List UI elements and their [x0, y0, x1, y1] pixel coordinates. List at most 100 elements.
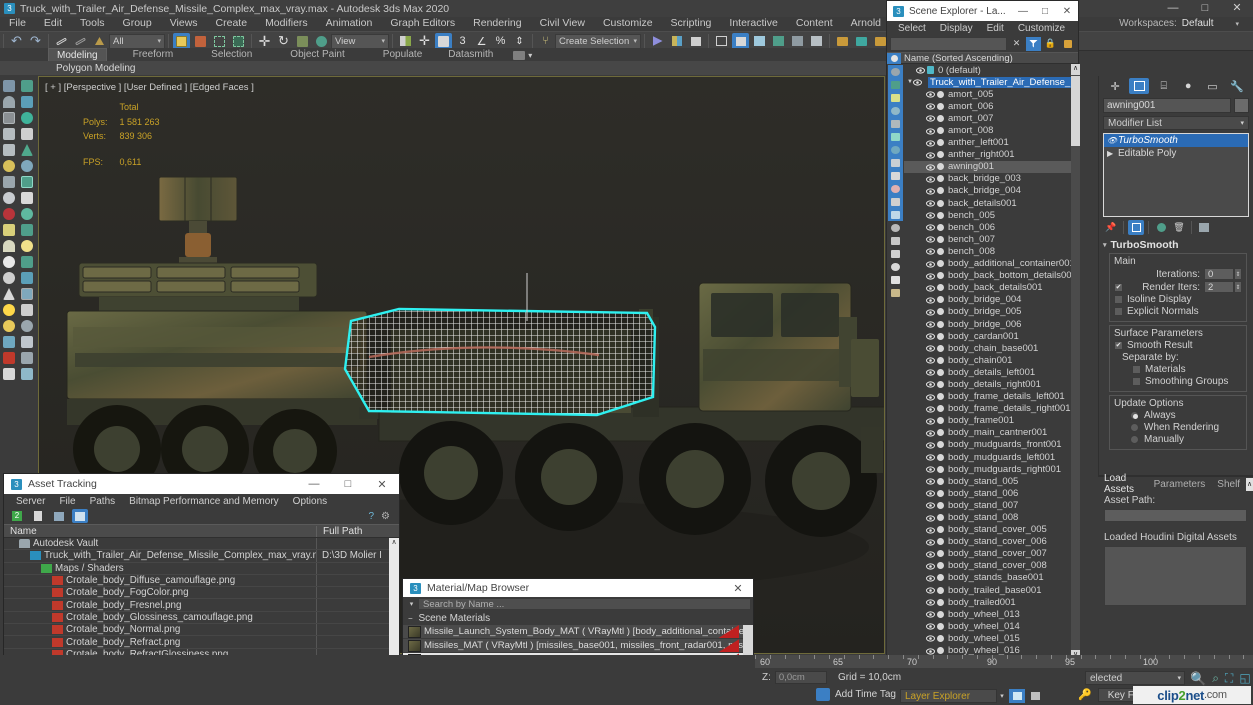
- list-view-icon[interactable]: [30, 509, 46, 523]
- time-ruler[interactable]: 60 65 70 90 95 100: [755, 655, 1253, 668]
- visibility-eye-icon[interactable]: [926, 405, 935, 413]
- scene-explorer-row[interactable]: body_frame_details_left001: [904, 391, 1080, 403]
- select-and-scale-icon[interactable]: [294, 33, 311, 50]
- scene-explorer-row[interactable]: body_stand_008: [904, 511, 1080, 523]
- rollout-header[interactable]: ▾ TurboSmooth: [1103, 239, 1249, 251]
- rectangular-region-icon[interactable]: [211, 33, 228, 50]
- rollout-toggle-icon[interactable]: ▾: [1103, 241, 1107, 249]
- ribbon-tool-icon-3[interactable]: [1, 94, 18, 110]
- select-and-move-icon[interactable]: ✛: [256, 33, 273, 50]
- render-setup-icon[interactable]: [770, 33, 787, 50]
- ribbon-tab-selection[interactable]: Selection: [203, 48, 260, 62]
- bones-filter-icon[interactable]: [888, 169, 903, 182]
- ribbon-tool-icon-28[interactable]: [19, 286, 36, 302]
- scene-explorer-row[interactable]: body_stand_cover_006: [904, 536, 1080, 548]
- key-mode-icon[interactable]: 🔑: [1078, 688, 1092, 701]
- ribbon-tool-icon-34[interactable]: [19, 334, 36, 350]
- menu-item-create[interactable]: Create: [207, 17, 257, 30]
- ribbon-tool-icon-22[interactable]: [19, 238, 36, 254]
- menu-item-edit[interactable]: Edit: [35, 17, 71, 30]
- window-minimize-button[interactable]: —: [1157, 0, 1189, 17]
- update-always-radio[interactable]: [1130, 411, 1139, 420]
- visibility-eye-icon[interactable]: [926, 550, 935, 558]
- zoom-icon[interactable]: 🔍: [1190, 671, 1206, 687]
- material-list-row[interactable]: Missiles_MAT ( VRayMtl ) [missiles_base0…: [403, 639, 753, 654]
- houdini-tab-load-assets[interactable]: Load Assets: [1098, 473, 1148, 495]
- scene-explorer-column-header[interactable]: Name (Sorted Ascending): [887, 52, 1078, 64]
- modifier-list-combo[interactable]: Modifier List ▾: [1103, 116, 1249, 130]
- explicit-normals-checkbox[interactable]: [1114, 307, 1123, 316]
- asset-column-full-path[interactable]: Full Path: [317, 526, 399, 537]
- visibility-eye-icon[interactable]: [926, 453, 935, 461]
- scene-explorer-row[interactable]: body_cardan001: [904, 330, 1080, 342]
- scene-explorer-row[interactable]: body_stand_007: [904, 499, 1080, 511]
- ribbon-tool-icon-2[interactable]: [19, 78, 36, 94]
- add-time-tag-button[interactable]: Add Time Tag: [816, 688, 896, 701]
- update-always-row[interactable]: Always: [1130, 410, 1242, 421]
- visibility-eye-icon[interactable]: [926, 344, 935, 352]
- scene-explorer-row[interactable]: body_mudguards_front001: [904, 439, 1080, 451]
- scene-explorer-row[interactable]: body_details_left001: [904, 366, 1080, 378]
- remove-modifier-icon[interactable]: 🗑: [1171, 220, 1187, 235]
- collapse-icon[interactable]: −: [408, 614, 413, 623]
- visibility-eye-icon[interactable]: [926, 356, 935, 364]
- ribbon-tool-icon-12[interactable]: [19, 158, 36, 174]
- scene-explorer-vertical-scrollbar[interactable]: ∧ ∨: [1071, 64, 1080, 672]
- placement-icon[interactable]: [313, 33, 330, 50]
- visibility-eye-icon[interactable]: [926, 368, 935, 376]
- visibility-eye-icon[interactable]: [926, 235, 935, 243]
- clear-search-icon[interactable]: ✕: [1009, 37, 1024, 51]
- z-input[interactable]: 0,0cm: [774, 671, 827, 684]
- scene-explorer-row[interactable]: back_bridge_004: [904, 185, 1080, 197]
- render-filter-icon[interactable]: [888, 234, 903, 247]
- scene-explorer-window[interactable]: 3 Scene Explorer - La... — □ ✕ Select Di…: [886, 0, 1080, 682]
- refresh-icon[interactable]: 2: [9, 509, 25, 523]
- scene-explorer-row[interactable]: body_stand_005: [904, 475, 1080, 487]
- scene-explorer-row[interactable]: amort_007: [904, 112, 1080, 124]
- separate-smoothing-groups-row[interactable]: Smoothing Groups: [1132, 376, 1242, 387]
- scene-explorer-maximize-button[interactable]: □: [1034, 6, 1056, 17]
- menu-item-views[interactable]: Views: [161, 17, 207, 30]
- pin-stack-icon[interactable]: 📌: [1103, 220, 1119, 235]
- visibility-eye-icon[interactable]: [926, 429, 935, 437]
- scene-explorer-row[interactable]: body_stand_006: [904, 487, 1080, 499]
- ribbon-tool-icon-10[interactable]: [19, 142, 36, 158]
- ribbon-tool-icon-24[interactable]: [19, 254, 36, 270]
- workspaces-value[interactable]: Default: [1182, 18, 1214, 29]
- window-close-button[interactable]: ✕: [1221, 0, 1253, 17]
- menu-item-scripting[interactable]: Scripting: [662, 17, 721, 30]
- scene-explorer-row[interactable]: body_wheel_014: [904, 620, 1080, 632]
- visibility-eye-icon[interactable]: [926, 562, 935, 570]
- scene-explorer-close-button[interactable]: ✕: [1056, 6, 1078, 17]
- scene-explorer-menu-customize[interactable]: Customize: [1011, 23, 1072, 34]
- ribbon-tool-icon-38[interactable]: [19, 366, 36, 382]
- menu-item-group[interactable]: Group: [114, 17, 161, 30]
- ribbon-tab-freeform[interactable]: Freeform: [125, 48, 182, 62]
- layer-explorer-icon[interactable]: [687, 33, 704, 50]
- scene-explorer-list[interactable]: 0 (default) ▼ Truck_with_Trailer_Air_Defen…: [904, 64, 1080, 672]
- ribbon-tool-icon-4[interactable]: [19, 94, 36, 110]
- column-config-icon[interactable]: [887, 52, 901, 64]
- visibility-filter-icon[interactable]: [888, 208, 903, 221]
- ribbon-tool-icon-21[interactable]: [1, 238, 18, 254]
- visibility-eye-icon[interactable]: [926, 187, 935, 195]
- scene-explorer-row[interactable]: bench_006: [904, 221, 1080, 233]
- houdini-tab-parameters[interactable]: Parameters: [1148, 479, 1212, 490]
- modifier-stack[interactable]: 👁 TurboSmooth ▶ Editable Poly: [1103, 133, 1249, 217]
- scene-materials-group-header[interactable]: − Scene Materials: [403, 611, 753, 625]
- asset-menu-options[interactable]: Options: [286, 496, 334, 507]
- scene-explorer-row[interactable]: body_bridge_006: [904, 318, 1080, 330]
- ribbon-tool-icon-17[interactable]: [1, 206, 18, 222]
- iterations-input[interactable]: 0: [1204, 268, 1234, 280]
- asset-tracking-row[interactable]: Crotale_body_FogColor.png: [4, 587, 399, 600]
- visibility-eye-icon[interactable]: [926, 199, 935, 207]
- ribbon-tab-object-paint[interactable]: Object Paint: [282, 48, 352, 62]
- show-end-result-icon[interactable]: [1128, 220, 1144, 235]
- modifier-visibility-icon[interactable]: 👁: [1107, 136, 1118, 145]
- scene-explorer-row[interactable]: ▼ Truck_with_Trailer_Air_Defense_Missi: [904, 76, 1080, 88]
- asset-tracking-row[interactable]: Crotale_body_Glossiness_camouflage.png: [4, 611, 399, 625]
- cameras-filter-icon[interactable]: [888, 104, 903, 117]
- menu-item-interactive[interactable]: Interactive: [720, 17, 786, 30]
- material-list-row[interactable]: Missile_Launch_System_Body_MAT ( VRayMtl…: [403, 625, 753, 640]
- visibility-eye-icon[interactable]: [926, 139, 935, 147]
